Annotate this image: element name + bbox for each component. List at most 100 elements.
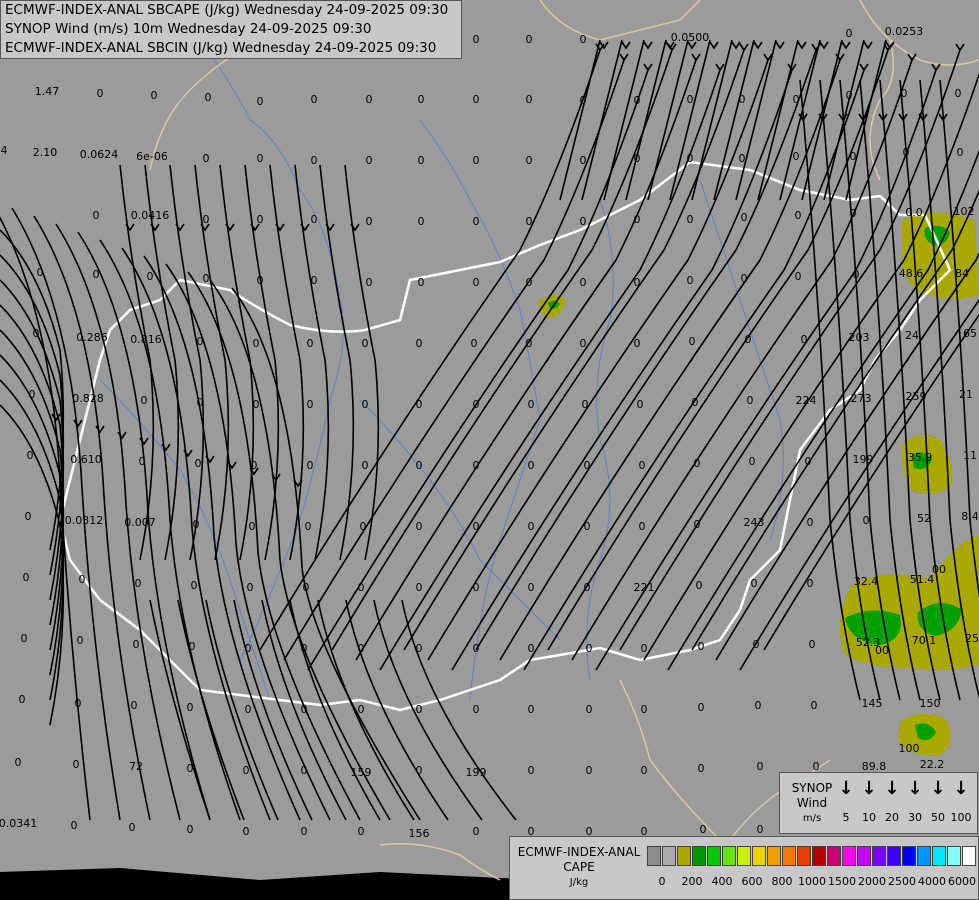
cape-value-label: 0 — [687, 274, 694, 287]
cape-value-label: 0 — [243, 825, 250, 838]
cape-value-label: 0 — [957, 146, 964, 159]
cape-value-label: 0 — [203, 213, 210, 226]
streamline — [625, 39, 667, 201]
cape-value-label: 0 — [634, 276, 641, 289]
cape-color-swatch — [932, 846, 946, 866]
cape-value-label: 0 — [141, 394, 148, 407]
cape-value-label: 0 — [473, 215, 480, 228]
cape-value-label: 0 — [257, 213, 264, 226]
cape-value-label: 0 — [634, 152, 641, 165]
cape-value-label: 0 — [528, 520, 535, 533]
streamline-arrow — [139, 437, 149, 446]
cape-value-label: 0.0500 — [671, 31, 710, 44]
cape-value-label: 0.0312 — [65, 514, 104, 527]
cape-value-label: 0 — [473, 33, 480, 46]
cape-value-label: 0 — [526, 276, 533, 289]
cape-value-label: 0 — [129, 821, 136, 834]
streamline — [619, 49, 961, 651]
cape-value-label: 0 — [301, 825, 308, 838]
cape-value-label: 0 — [191, 579, 198, 592]
cape-value-label: 0 — [809, 638, 816, 651]
streamline-arrow — [621, 41, 631, 50]
cape-value-label: 0 — [187, 823, 194, 836]
cape-value-label: 0 — [471, 337, 478, 350]
cape-value-label: 0 — [473, 459, 480, 472]
cape-color-swatch — [722, 846, 736, 866]
cape-value-label: 0 — [700, 823, 707, 836]
cape-value-label: 0 — [25, 510, 32, 523]
cape-value-label: 0 — [811, 699, 818, 712]
cape-value-label: 0 — [801, 333, 808, 346]
streamline-arrow — [95, 425, 105, 434]
cape-value-label: 0 — [362, 459, 369, 472]
cape-value-label: 0 — [901, 87, 908, 100]
sea-area — [0, 868, 560, 900]
cape-value-label: 0 — [243, 764, 250, 777]
cape-value-label: 0 — [73, 758, 80, 771]
cape-value-label: 0 — [37, 266, 44, 279]
cape-value-label: 0 — [362, 337, 369, 350]
cape-value-label: 0 — [197, 335, 204, 348]
streamline-arrow — [117, 431, 127, 440]
streamline — [643, 72, 979, 661]
cape-value-label: 0 — [362, 398, 369, 411]
cape-value-label: 0 — [634, 94, 641, 107]
cape-value-label: 0 — [473, 276, 480, 289]
streamline-arrow — [643, 41, 653, 50]
cape-value-label: 0 — [75, 697, 82, 710]
cape-value-label: 150 — [920, 697, 941, 710]
cape-value-label: 52 — [917, 512, 931, 525]
cape-value-label: 0 — [366, 154, 373, 167]
cape-value-label: 00 — [875, 644, 889, 657]
cape-value-label: 0 — [580, 94, 587, 107]
cape-value-label: 0 — [698, 640, 705, 653]
cape-value-label: 0 — [416, 520, 423, 533]
cape-value-label: 0 — [687, 93, 694, 106]
cape-value-label: 0 — [739, 93, 746, 106]
cape-value-label: 0 — [692, 396, 699, 409]
cape-color-swatch — [647, 846, 661, 866]
weather-map[interactable]: 01.47 0 0 0 0 0 0 0 0 0 0 0 0 0 0 0 00 0 0 0.0500 0 0.02534 2.… — [0, 0, 979, 900]
cape-value-label: 0 — [301, 703, 308, 716]
cape-value-label: 0 — [305, 520, 312, 533]
cape-value-label: 0 — [151, 89, 158, 102]
cape-value-label: 0 — [698, 701, 705, 714]
cape-value-label: 0 — [584, 459, 591, 472]
cape-value-label: 0 — [639, 459, 646, 472]
cape-value-label: 0 — [147, 270, 154, 283]
streamline-arrow — [859, 63, 869, 72]
cape-value-label: 0 — [741, 211, 748, 224]
streamline — [845, 39, 887, 201]
cape-value-label: 0 — [311, 93, 318, 106]
streamline-arrow — [775, 41, 785, 50]
cape-value-label: 0 — [257, 152, 264, 165]
cape-value-label: 0 — [131, 699, 138, 712]
cape-value-label: 0 — [473, 398, 480, 411]
cape-level-label: 1500 — [828, 875, 856, 888]
cape-value-label: 0 — [257, 95, 264, 108]
header-line-synop: SYNOP Wind (m/s) 10m Wednesday 24-09-202… — [5, 21, 372, 37]
cape-value-label: 0 — [641, 764, 648, 777]
cape-value-label: 0 — [418, 215, 425, 228]
cape-value-label: 0 — [301, 764, 308, 777]
cape-value-label: 0 — [755, 699, 762, 712]
cape-value-label: 0 — [203, 272, 210, 285]
cape-value-label: 0 — [747, 394, 754, 407]
cape-value-label: 0.0341 — [0, 817, 37, 830]
cape-level-label: 4000 — [918, 875, 946, 888]
cape-color-swatch — [812, 846, 826, 866]
cape-value-label: 0 — [526, 93, 533, 106]
cape-value-label: 0 — [526, 215, 533, 228]
cape-value-label: 0 — [473, 154, 480, 167]
synop-value: 100 — [950, 811, 972, 824]
cape-value-label: 0 — [358, 581, 365, 594]
cape-value-label: 199 — [466, 766, 487, 779]
cape-value-label: 0 — [526, 154, 533, 167]
cape-value-label: 0 — [634, 213, 641, 226]
cape-value-label: 72 — [129, 760, 143, 773]
cape-level-label: 200 — [681, 875, 703, 888]
synop-value: 30 — [908, 811, 922, 824]
cape-value-label: 199 — [853, 453, 874, 466]
cape-value-label: 0 — [245, 642, 252, 655]
cape-value-label: 0 — [15, 756, 22, 769]
